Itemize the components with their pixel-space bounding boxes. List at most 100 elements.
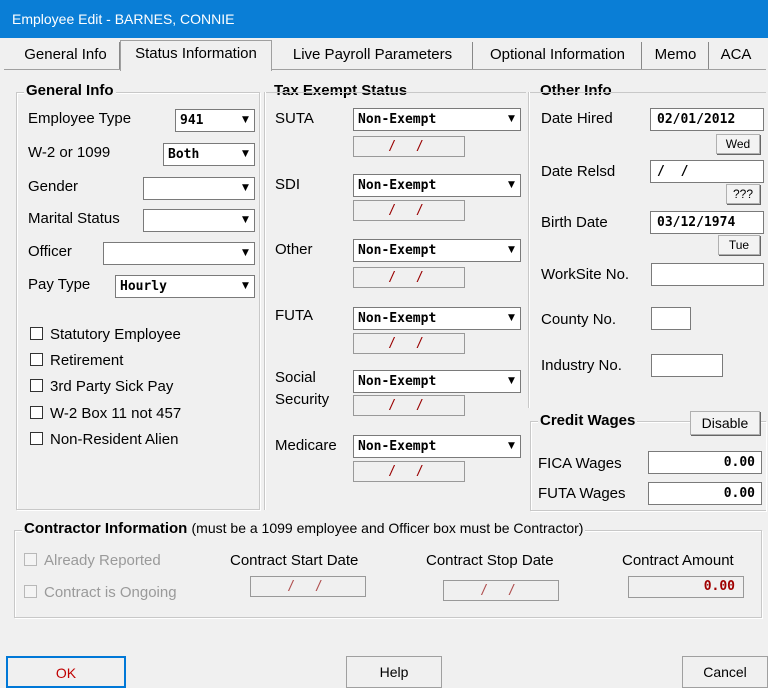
pay-type-value: Hourly xyxy=(120,279,167,294)
divider xyxy=(264,92,266,510)
checkbox-icon xyxy=(30,379,43,392)
third-party-sick-pay-checkbox[interactable]: 3rd Party Sick Pay xyxy=(30,378,173,395)
birth-date-field[interactable]: 03/12/1974 xyxy=(650,211,764,234)
contract-amount-value: 0.00 xyxy=(628,576,744,598)
contract-ongoing-label: Contract is Ongoing xyxy=(44,584,177,601)
social-security-label-line1: Social xyxy=(275,369,316,386)
employee-type-select[interactable]: 941 ▼ xyxy=(175,109,255,132)
date-relsd-field[interactable]: / / xyxy=(650,160,764,183)
divider xyxy=(530,92,766,93)
w2-1099-value: Both xyxy=(168,147,200,162)
futa-select[interactable]: Non-Exempt ▼ xyxy=(353,307,521,330)
worksite-label: WorkSite No. xyxy=(541,266,630,283)
gender-select[interactable]: ▼ xyxy=(143,177,255,200)
checkbox-icon xyxy=(30,327,43,340)
tab-live-payroll-parameters[interactable]: Live Payroll Parameters xyxy=(273,42,473,70)
pay-type-select[interactable]: Hourly ▼ xyxy=(115,275,255,298)
tab-aca[interactable]: ACA xyxy=(710,42,762,70)
other-info-title: Other Info xyxy=(538,82,614,99)
suta-select[interactable]: Non-Exempt ▼ xyxy=(353,108,521,131)
social-security-value: Non-Exempt xyxy=(358,374,437,389)
suta-date[interactable]: / / xyxy=(353,136,465,157)
contract-stop-date[interactable]: / / xyxy=(443,580,559,601)
sdi-select[interactable]: Non-Exempt ▼ xyxy=(353,174,521,197)
futa-wages-field[interactable]: 0.00 xyxy=(648,482,762,505)
tab-status-information[interactable]: Status Information xyxy=(120,40,272,71)
disable-button[interactable]: Disable xyxy=(690,411,760,435)
futa-wages-label: FUTA Wages xyxy=(538,485,626,502)
sdi-date[interactable]: / / xyxy=(353,200,465,221)
fica-wages-field[interactable]: 0.00 xyxy=(648,451,762,474)
window-title: Employee Edit - BARNES, CONNIE xyxy=(0,0,768,38)
chevron-down-icon: ▼ xyxy=(237,276,254,297)
cancel-button[interactable]: Cancel xyxy=(682,656,768,688)
other-select[interactable]: Non-Exempt ▼ xyxy=(353,239,521,262)
medicare-value: Non-Exempt xyxy=(358,439,437,454)
social-security-date[interactable]: / / xyxy=(353,395,465,416)
futa-value: Non-Exempt xyxy=(358,311,437,326)
non-resident-alien-checkbox[interactable]: Non-Resident Alien xyxy=(30,431,178,448)
checkbox-icon xyxy=(30,432,43,445)
non-resident-alien-label: Non-Resident Alien xyxy=(50,431,179,448)
help-button[interactable]: Help xyxy=(346,656,442,688)
contract-ongoing-checkbox[interactable]: Contract is Ongoing xyxy=(24,584,177,601)
tab-memo[interactable]: Memo xyxy=(643,42,709,70)
futa-label: FUTA xyxy=(275,307,314,324)
suta-value: Non-Exempt xyxy=(358,112,437,127)
medicare-select[interactable]: Non-Exempt ▼ xyxy=(353,435,521,458)
tab-general-info[interactable]: General Info xyxy=(12,42,120,70)
ok-label: OK xyxy=(55,665,77,681)
chevron-down-icon: ▼ xyxy=(503,436,520,457)
contractor-note: (must be a 1099 employee and Officer box… xyxy=(191,520,584,536)
futa-date[interactable]: / / xyxy=(353,333,465,354)
sdi-value: Non-Exempt xyxy=(358,178,437,193)
retirement-checkbox[interactable]: Retirement xyxy=(30,352,123,369)
employee-type-label: Employee Type xyxy=(28,110,132,127)
checkbox-icon xyxy=(30,406,43,419)
tab-optional-information[interactable]: Optional Information xyxy=(474,42,642,70)
marital-status-select[interactable]: ▼ xyxy=(143,209,255,232)
county-field[interactable] xyxy=(651,307,691,330)
credit-wages-title: Credit Wages xyxy=(538,412,638,429)
chevron-down-icon: ▼ xyxy=(237,178,254,199)
ok-button[interactable]: OK xyxy=(6,656,126,688)
birth-date-day-button[interactable]: Tue xyxy=(718,235,760,255)
social-security-select[interactable]: Non-Exempt ▼ xyxy=(353,370,521,393)
chevron-down-icon: ▼ xyxy=(503,371,520,392)
other-value: Non-Exempt xyxy=(358,243,437,258)
third-party-sick-pay-label: 3rd Party Sick Pay xyxy=(50,378,174,395)
social-security-label-line2: Security xyxy=(275,391,330,408)
divider xyxy=(266,92,526,93)
date-relsd-day-button[interactable]: ??? xyxy=(726,184,760,204)
chevron-down-icon: ▼ xyxy=(503,175,520,196)
medicare-date[interactable]: / / xyxy=(353,461,465,482)
statutory-employee-checkbox[interactable]: Statutory Employee xyxy=(30,326,181,343)
industry-field[interactable] xyxy=(651,354,723,377)
birth-date-label: Birth Date xyxy=(541,214,608,231)
contractor-group xyxy=(14,530,762,618)
chevron-down-icon: ▼ xyxy=(237,144,254,165)
already-reported-label: Already Reported xyxy=(44,552,161,569)
date-relsd-label: Date Relsd xyxy=(541,163,616,180)
medicare-label: Medicare xyxy=(275,437,337,454)
chevron-down-icon: ▼ xyxy=(237,210,254,231)
contract-start-date[interactable]: / / xyxy=(250,576,366,597)
suta-label: SUTA xyxy=(275,110,314,127)
statutory-employee-label: Statutory Employee xyxy=(50,326,181,343)
chevron-down-icon: ▼ xyxy=(503,109,520,130)
date-hired-field[interactable]: 02/01/2012 xyxy=(650,108,764,131)
county-label: County No. xyxy=(541,311,617,328)
tax-exempt-title: Tax Exempt Status xyxy=(272,82,410,99)
w2-box11-label: W-2 Box 11 not 457 xyxy=(50,405,182,422)
already-reported-checkbox[interactable]: Already Reported xyxy=(24,552,161,569)
other-date[interactable]: / / xyxy=(353,267,465,288)
w2-box11-checkbox[interactable]: W-2 Box 11 not 457 xyxy=(30,405,181,422)
other-label: Other xyxy=(275,241,313,258)
general-info-title: General Info xyxy=(24,82,116,99)
w2-1099-select[interactable]: Both ▼ xyxy=(163,143,255,166)
officer-select[interactable]: ▼ xyxy=(103,242,255,265)
date-hired-day-button[interactable]: Wed xyxy=(716,134,760,154)
officer-label: Officer xyxy=(28,243,72,260)
industry-label: Industry No. xyxy=(541,357,622,374)
worksite-field[interactable] xyxy=(651,263,764,286)
